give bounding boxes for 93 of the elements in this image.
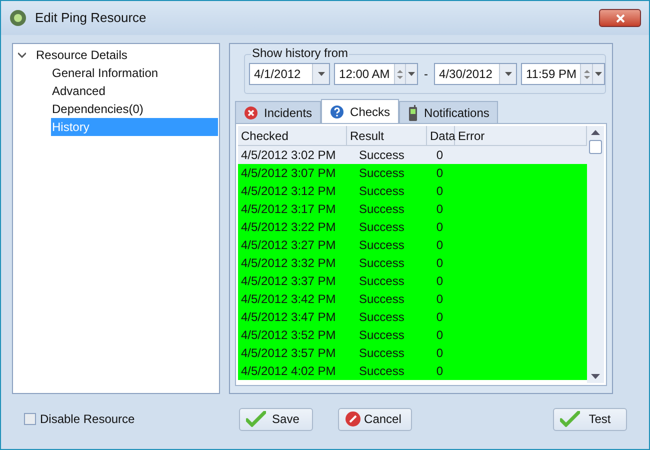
- scrollbar[interactable]: [587, 126, 604, 383]
- cancel-button[interactable]: Cancel: [338, 408, 412, 430]
- table-cell-text: Success: [358, 327, 406, 344]
- table-cell-text: 0: [435, 219, 444, 236]
- table-cell-text: 4/5/2012 3:12 PM: [240, 183, 337, 200]
- app-icon: [9, 9, 27, 27]
- table-cell-text: 4/5/2012 3:52 PM: [240, 327, 337, 344]
- table-cell-text: 0: [435, 309, 444, 326]
- table-cell-text: Success: [358, 345, 406, 362]
- table-cell-text: Success: [358, 147, 406, 164]
- window-title: Edit Ping Resource: [35, 9, 146, 28]
- table-cell-text: 4/5/2012 3:37 PM: [240, 273, 337, 290]
- table-cell-text: 4/5/2012 4:02 PM: [240, 363, 337, 380]
- range-separator: -: [424, 66, 428, 83]
- error-icon: [244, 106, 258, 120]
- tree-item[interactable]: Dependencies(0): [51, 100, 218, 118]
- table-cell-text: 4/5/2012 3:27 PM: [240, 237, 337, 254]
- table-cell-text: 4/5/2012 3:57 PM: [240, 345, 337, 362]
- table-cell-text: Success: [358, 363, 406, 380]
- dropdown-arrow-icon: [408, 72, 416, 76]
- table-row[interactable]: 4/5/2012 3:37 PM Success 0: [238, 272, 587, 290]
- table-cell-text: 4/5/2012 3:02 PM: [240, 147, 337, 164]
- table-cell-text: Success: [358, 219, 406, 236]
- table-cell-text: Success: [358, 183, 406, 200]
- from-time-picker[interactable]: 12:00 AM: [334, 63, 418, 85]
- tab[interactable]: Checks: [321, 99, 400, 123]
- tab[interactable]: Notifications: [399, 101, 498, 123]
- dropdown-arrow-icon: [318, 72, 325, 76]
- help-icon: [330, 104, 344, 118]
- table-row[interactable]: 4/5/2012 3:17 PM Success 0: [238, 200, 587, 218]
- column-header[interactable]: Data: [427, 126, 455, 145]
- dropdown-arrow-icon: [594, 72, 602, 76]
- table-cell-text: 0: [435, 327, 444, 344]
- scroll-up-icon[interactable]: [591, 130, 600, 135]
- table-row[interactable]: 4/5/2012 3:47 PM Success 0: [238, 308, 587, 326]
- table-row[interactable]: 4/5/2012 3:42 PM Success 0: [238, 290, 587, 308]
- table-row[interactable]: 4/5/2012 3:32 PM Success 0: [238, 254, 587, 272]
- to-date-picker[interactable]: 4/30/2012: [434, 63, 517, 85]
- table-row[interactable]: 4/5/2012 3:27 PM Success 0: [238, 236, 587, 254]
- table-row[interactable]: 4/5/2012 3:07 PM Success 0: [238, 164, 587, 182]
- cancel-icon: [344, 411, 361, 427]
- scroll-thumb[interactable]: [589, 140, 602, 154]
- table-cell-text: 0: [435, 183, 444, 200]
- spin-icon[interactable]: [580, 64, 592, 84]
- phone-icon: [408, 104, 418, 120]
- table-row[interactable]: 4/5/2012 3:57 PM Success 0: [238, 344, 587, 362]
- table-cell-text: 0: [435, 147, 444, 164]
- tab[interactable]: Incidents: [235, 101, 322, 123]
- dropdown-arrow-icon: [504, 72, 512, 76]
- close-icon: [616, 14, 624, 22]
- table-cell-text: 4/5/2012 3:22 PM: [240, 219, 337, 236]
- table-cell-text: Success: [358, 255, 406, 272]
- tree-item[interactable]: Resource Details: [36, 46, 128, 64]
- test-button[interactable]: Test: [552, 408, 627, 430]
- column-header[interactable]: Result: [347, 126, 427, 145]
- save-button[interactable]: Save: [238, 408, 313, 430]
- tree-item[interactable]: General Information: [51, 64, 218, 82]
- collapse-icon[interactable]: [18, 52, 26, 58]
- table-row[interactable]: 4/5/2012 4:02 PM Success 0: [238, 362, 587, 380]
- spin-icon[interactable]: [394, 64, 406, 84]
- table-cell-text: 0: [435, 345, 444, 362]
- table-cell-text: Success: [358, 201, 406, 218]
- table-cell-text: 4/5/2012 3:17 PM: [240, 201, 337, 218]
- scroll-down-icon[interactable]: [591, 374, 600, 379]
- table-row[interactable]: 4/5/2012 3:12 PM Success 0: [238, 182, 587, 200]
- tree-item[interactable]: Advanced: [51, 82, 218, 100]
- column-header[interactable]: Checked: [238, 126, 347, 145]
- table-cell-text: 4/5/2012 3:07 PM: [240, 165, 337, 182]
- checkmark-icon: [246, 411, 266, 427]
- table-row[interactable]: 4/5/2012 3:22 PM Success 0: [238, 218, 587, 236]
- table-cell-text: Success: [358, 237, 406, 254]
- disable-resource-checkbox[interactable]: Disable Resource: [24, 410, 135, 428]
- table-cell-text: 4/5/2012 3:47 PM: [240, 309, 337, 326]
- table-cell-text: Success: [358, 165, 406, 182]
- table-cell-text: 4/5/2012 3:42 PM: [240, 291, 337, 308]
- checkmark-icon: [560, 411, 580, 427]
- table-cell-text: 0: [435, 273, 444, 290]
- table-cell-text: 0: [435, 237, 444, 254]
- table-cell-text: 0: [435, 363, 444, 380]
- table-cell-text: 0: [435, 291, 444, 308]
- table-cell-text: 0: [435, 255, 444, 272]
- table-cell-text: Success: [358, 291, 406, 308]
- table-cell-text: 0: [435, 165, 444, 182]
- table-cell-text: Success: [358, 273, 406, 290]
- table-cell-text: 4/5/2012 3:32 PM: [240, 255, 337, 272]
- group-title: Show history from: [251, 46, 350, 60]
- to-time-picker[interactable]: 11:59 PM: [521, 63, 605, 85]
- table-cell-text: 0: [435, 201, 444, 218]
- from-date-picker[interactable]: 4/1/2012: [249, 63, 330, 85]
- table-cell-text: Success: [358, 309, 406, 326]
- table-row[interactable]: 4/5/2012 3:52 PM Success 0: [238, 326, 587, 344]
- close-button[interactable]: [599, 9, 641, 27]
- table-row[interactable]: 4/5/2012 3:02 PM Success 0: [238, 146, 587, 164]
